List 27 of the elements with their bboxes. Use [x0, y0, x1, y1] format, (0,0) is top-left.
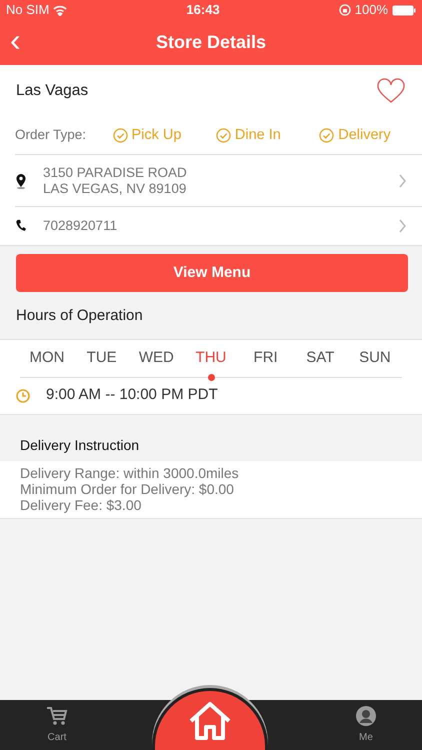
day-tab[interactable]: FRI	[238, 346, 293, 370]
delivery-info-line: Delivery Fee: $3.00	[20, 496, 142, 512]
day-tab[interactable]: TUE	[74, 346, 129, 370]
clock-text: 16:43	[186, 1, 220, 20]
me-tab[interactable]: Me	[350, 704, 382, 746]
hours-text: 9:00 AM -- 10:00 PM PDT	[46, 385, 218, 406]
section-heading: Hours of Operation	[16, 306, 144, 326]
battery-text: 100%	[354, 1, 388, 20]
day-tab[interactable]: WED	[129, 346, 184, 370]
order-type-option: Pick Up	[132, 124, 182, 146]
day-tab[interactable]: MON	[20, 346, 74, 370]
section-heading: Delivery Instruction	[19, 436, 140, 455]
delivery-info-line: Delivery Range: within 3000.0miles	[20, 464, 240, 480]
day-tab[interactable]: SUN	[348, 346, 402, 370]
delivery-info-line: Minimum Order for Delivery: $0.00	[20, 480, 235, 496]
order-type-label: Order Type:	[15, 126, 88, 144]
order-type-option: Delivery	[338, 124, 391, 146]
address-line: 3150 PARADISE ROAD	[43, 164, 188, 180]
address-line: LAS VEGAS, NV 89109	[43, 180, 188, 196]
carrier-text: No SIM	[6, 1, 50, 20]
store-name: Las Vagas	[16, 81, 88, 102]
order-type-option: Dine In	[234, 124, 281, 146]
day-tab[interactable]: SAT	[293, 346, 348, 370]
cart-tab[interactable]: Cart	[40, 704, 74, 746]
page-title: Store Details	[156, 31, 266, 54]
day-tab[interactable]: THU	[184, 346, 238, 370]
phone-number: 7028920711	[43, 216, 118, 235]
